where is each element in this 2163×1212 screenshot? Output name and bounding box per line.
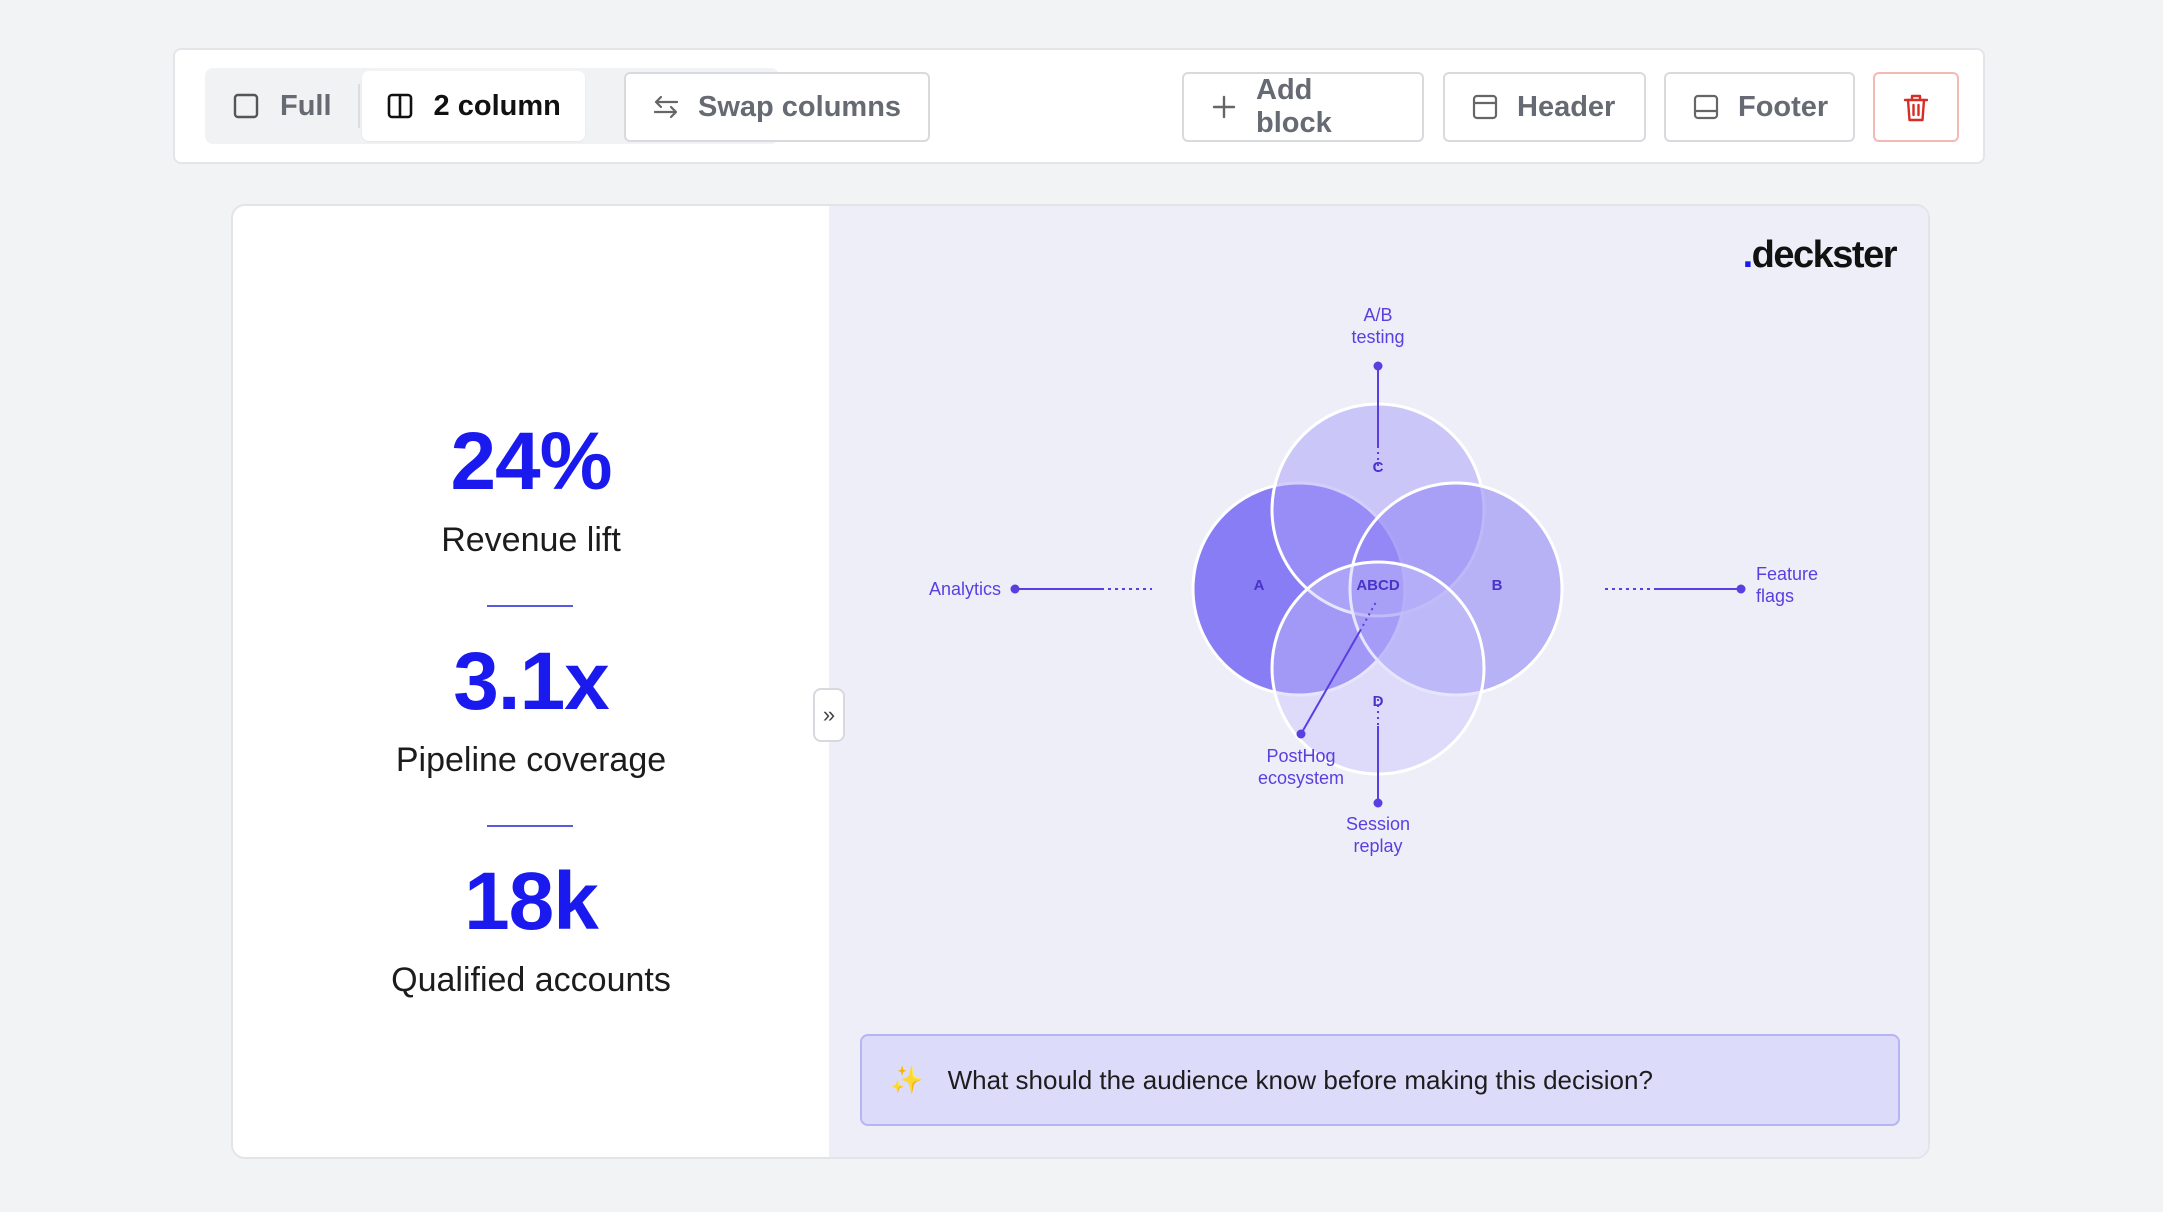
add-block-label: Add block [1256,74,1332,139]
venn-diagram: C A B ABCD D A/B testing Analytics Featur… [929,305,1818,856]
venn-label-c: C [1373,459,1384,476]
header-layout-icon [1471,93,1499,121]
ai-prompt-input[interactable]: ✨ What should the audience know before m… [860,1034,1900,1126]
stat-label: Revenue lift [441,521,621,559]
swap-columns-label: Swap columns [698,90,902,123]
layout-full-button[interactable]: Full [208,71,356,141]
callout-label-c: A/B testing [1351,305,1404,347]
editor-toolbar: Full 2 column Swap columns Add block Hea… [173,48,1985,164]
footer-toggle-label: Footer [1738,90,1829,123]
callout-dot-abcd [1296,729,1306,739]
collapse-column-button[interactable]: » [813,688,845,742]
stat-value: 18k [464,856,599,947]
stat-block[interactable]: 24% Revenue lift [233,421,829,560]
layout-two-column-button[interactable]: 2 column [361,71,585,141]
layout-two-column-label: 2 column [433,89,561,122]
callout-dot-d [1373,798,1383,808]
stat-divider [487,605,573,607]
footer-toggle-button[interactable]: Footer [1664,72,1855,142]
add-block-button[interactable]: Add block [1182,72,1424,142]
stat-divider [487,825,573,827]
layout-divider [357,84,360,128]
callout-dot-b [1736,584,1746,594]
stat-label: Qualified accounts [391,961,671,999]
stat-label: Pipeline coverage [395,741,667,779]
venn-label-b: B [1492,577,1503,594]
swap-arrows-icon [652,93,680,121]
venn-label-d: D [1373,693,1384,710]
callout-label-d: Session replay [1346,814,1410,856]
square-icon [232,92,260,120]
header-toggle-button[interactable]: Header [1443,72,1646,142]
footer-layout-icon [1692,93,1720,121]
layout-full-label: Full [280,89,332,122]
right-column[interactable]: .deckster C A B ABCD D A/B testing Analy… [829,206,1928,1157]
stat-block[interactable]: 3.1x Pipeline coverage [233,641,829,780]
trash-icon [1902,93,1930,122]
callout-dot-a [1010,584,1020,594]
stat-value: 24% [450,416,612,507]
stat-value: 3.1x [453,636,610,727]
left-column[interactable]: 24% Revenue lift 3.1x Pipeline coverage … [233,206,829,1157]
venn-label-a: A [1254,577,1265,594]
slide-canvas: 24% Revenue lift 3.1x Pipeline coverage … [231,204,1930,1159]
double-chevron-right-icon: » [822,702,836,727]
venn-label-abcd: ABCD [1356,577,1399,594]
sparkles-icon: ✨ [890,1065,924,1095]
callout-dot-c [1373,361,1383,371]
plus-icon [1210,93,1238,121]
callout-label-abcd: PostHog ecosystem [1258,746,1344,788]
columns-icon [386,92,414,120]
swap-columns-button[interactable]: Swap columns [624,72,930,142]
prompt-text: What should the audience know before mak… [947,1064,1653,1095]
header-toggle-label: Header [1517,90,1616,123]
callout-label-a: Analytics [929,579,1001,599]
stat-block[interactable]: 18k Qualified accounts [233,861,829,1000]
delete-button[interactable] [1873,72,1959,142]
callout-label-b: Feature flags [1756,564,1818,606]
